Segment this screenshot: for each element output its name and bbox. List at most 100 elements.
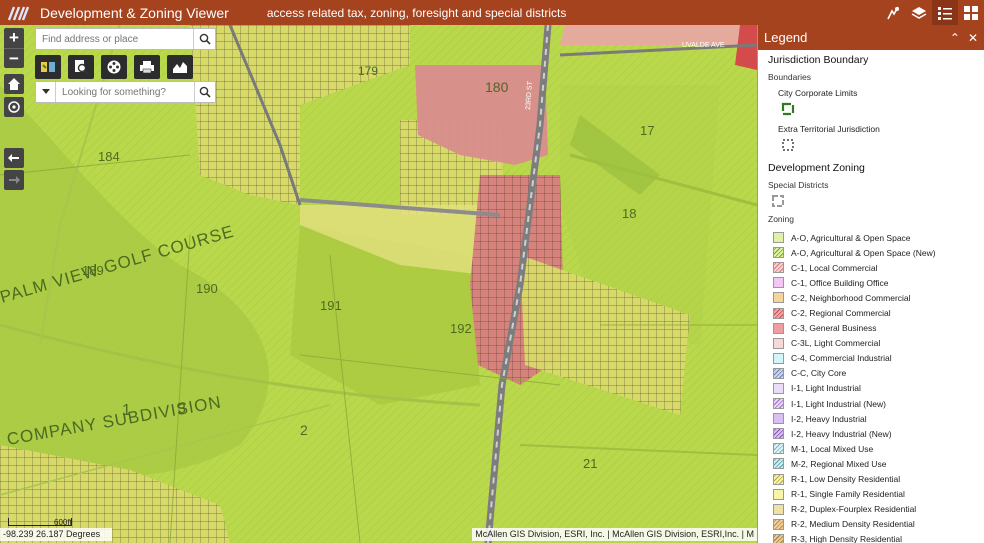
parcel-190: 190 — [196, 281, 218, 296]
zoning-label: Zoning — [768, 214, 794, 224]
zoning-legend-item: R-1, Low Density Residential — [768, 472, 984, 487]
zoning-legend-item: R-2, Medium Density Residential — [768, 517, 984, 532]
print-icon — [140, 61, 154, 74]
subdivision-label: COMPANY SUBDIVISION — [5, 392, 223, 449]
home-button[interactable] — [4, 74, 24, 94]
etj-swatch-icon — [782, 139, 794, 151]
basemap-grid-icon[interactable] — [958, 0, 984, 25]
parcel-2: 2 — [300, 422, 308, 438]
zoom-in-button[interactable]: + — [4, 28, 24, 48]
zoning-label-text: I-1, Light Industrial — [791, 383, 861, 394]
zoning-label-text: R-3, High Density Residential — [791, 534, 903, 543]
zoning-legend-item: C-1, Local Commercial — [768, 260, 984, 275]
legend-body: Jurisdiction Boundary Boundaries City Co… — [758, 50, 984, 543]
zoning-legend-item: M-2, Regional Mixed Use — [768, 456, 984, 471]
feature-search — [35, 81, 216, 103]
parcel-191: 191 — [320, 298, 342, 313]
scale-label: 600ft — [54, 518, 72, 527]
zoom-out-button[interactable]: − — [4, 48, 24, 68]
street-label-23rd: 23RD ST — [525, 80, 534, 110]
parcel-18: 18 — [622, 206, 636, 221]
zoning-label-text: I-1, Light Industrial (New) — [791, 398, 886, 409]
zoning-swatch — [773, 367, 784, 379]
identify-tool-button[interactable] — [68, 55, 94, 79]
address-search-input[interactable] — [36, 29, 193, 49]
zoning-swatch — [773, 292, 784, 304]
zoning-label-text: C-C, City Core — [791, 368, 847, 379]
chevron-down-icon — [41, 89, 50, 94]
legend-list-icon[interactable] — [932, 0, 958, 25]
arrow-left-icon — [8, 154, 19, 162]
print-button[interactable] — [134, 55, 160, 79]
parcel-180: 180 — [485, 79, 509, 95]
zoning-label-text: A-O, Agricultural & Open Space — [791, 232, 911, 243]
special-district-swatch-icon — [772, 195, 784, 207]
zoning-swatch — [773, 398, 784, 410]
search-button[interactable] — [193, 29, 215, 49]
special-districts-label: Special Districts — [768, 180, 829, 190]
feature-search-button[interactable] — [194, 82, 215, 102]
collapse-panel-icon[interactable]: ⌃ — [950, 31, 960, 45]
zoning-label-text: C-2, Neighborhood Commercial — [791, 292, 911, 303]
search-icon — [199, 33, 211, 45]
chart-bars-logo-icon[interactable] — [4, 0, 32, 25]
zoning-label-text: M-2, Regional Mixed Use — [791, 458, 887, 469]
app-subtitle: access related tax, zoning, foresight an… — [266, 5, 567, 20]
city-limits-swatch-icon — [781, 102, 795, 116]
parcel-1: 1 — [122, 402, 131, 419]
zoning-legend-item: I-1, Light Industrial (New) — [768, 396, 984, 411]
info-icon[interactable] — [880, 0, 906, 25]
close-panel-icon[interactable]: ✕ — [968, 31, 978, 45]
address-search — [35, 28, 216, 50]
zoning-swatch — [773, 232, 784, 244]
map-canvas[interactable]: PALM VIEW GOLF COURSE COMPANY SUBDIVISIO… — [0, 25, 757, 543]
zoning-swatch — [773, 443, 784, 455]
zoning-swatch — [773, 322, 784, 334]
zoning-swatch — [773, 247, 784, 259]
zoning-swatch — [773, 307, 784, 319]
zoning-label-text: M-1, Local Mixed Use — [791, 443, 874, 454]
legend-header: Legend ⌃ ✕ — [758, 25, 984, 50]
zoning-legend-item: R-1, Single Family Residential — [768, 487, 984, 502]
zoning-legend-item: C-4, Commercial Industrial — [768, 351, 984, 366]
profile-chart-icon — [173, 62, 187, 73]
zoning-legend-item: R-2, Duplex-Fourplex Residential — [768, 502, 984, 517]
street-label-uvalde: UVALDE AVE — [682, 42, 725, 49]
zoning-legend-item: I-2, Heavy Industrial — [768, 411, 984, 426]
filmstrip-tool-button[interactable] — [101, 55, 127, 79]
next-extent-button[interactable] — [4, 170, 24, 190]
zoning-legend-item: C-2, Regional Commercial — [768, 305, 984, 320]
development-zoning-heading: Development Zoning — [768, 162, 865, 174]
zoning-swatch — [773, 533, 784, 543]
boundaries-label: Boundaries — [768, 72, 812, 82]
previous-extent-button[interactable] — [4, 148, 24, 168]
zoning-legend-item: I-1, Light Industrial — [768, 381, 984, 396]
zoning-swatch — [773, 458, 784, 470]
zoning-legend-item: I-2, Heavy Industrial (New) — [768, 426, 984, 441]
feature-search-input[interactable] — [56, 82, 195, 102]
locate-icon — [8, 101, 20, 113]
zoning-label-text: C-1, Local Commercial — [791, 262, 878, 273]
parcel-3: 3 — [178, 400, 186, 416]
zoning-swatch — [773, 413, 784, 425]
identify-search-icon — [75, 60, 89, 75]
zoning-swatch — [773, 277, 784, 289]
header-toolbar — [880, 0, 984, 25]
zoning-label-text: I-2, Heavy Industrial — [791, 413, 867, 424]
locate-button[interactable] — [4, 97, 24, 117]
zoning-swatch — [773, 352, 784, 364]
app-title: Development & Zoning Viewer — [40, 4, 229, 21]
search-source-dropdown[interactable] — [36, 82, 57, 102]
zoning-legend-list: A-O, Agricultural & Open Space A-O, Agric… — [768, 230, 984, 543]
elevation-profile-button[interactable] — [167, 55, 193, 79]
zoning-swatch — [773, 337, 784, 349]
zoning-label-text: I-2, Heavy Industrial (New) — [791, 428, 892, 439]
zoning-legend-item: M-1, Local Mixed Use — [768, 441, 984, 456]
zoning-legend-item: C-3L, Light Commercial — [768, 336, 984, 351]
city-limits-label: City Corporate Limits — [778, 88, 858, 98]
bookmark-tool-button[interactable] — [35, 55, 61, 79]
zoning-label-text: C-1, Office Building Office — [791, 277, 889, 288]
layers-icon[interactable] — [906, 0, 932, 25]
zoning-label-text: R-1, Single Family Residential — [791, 489, 905, 500]
zoning-legend-item: A-O, Agricultural & Open Space — [768, 230, 984, 245]
